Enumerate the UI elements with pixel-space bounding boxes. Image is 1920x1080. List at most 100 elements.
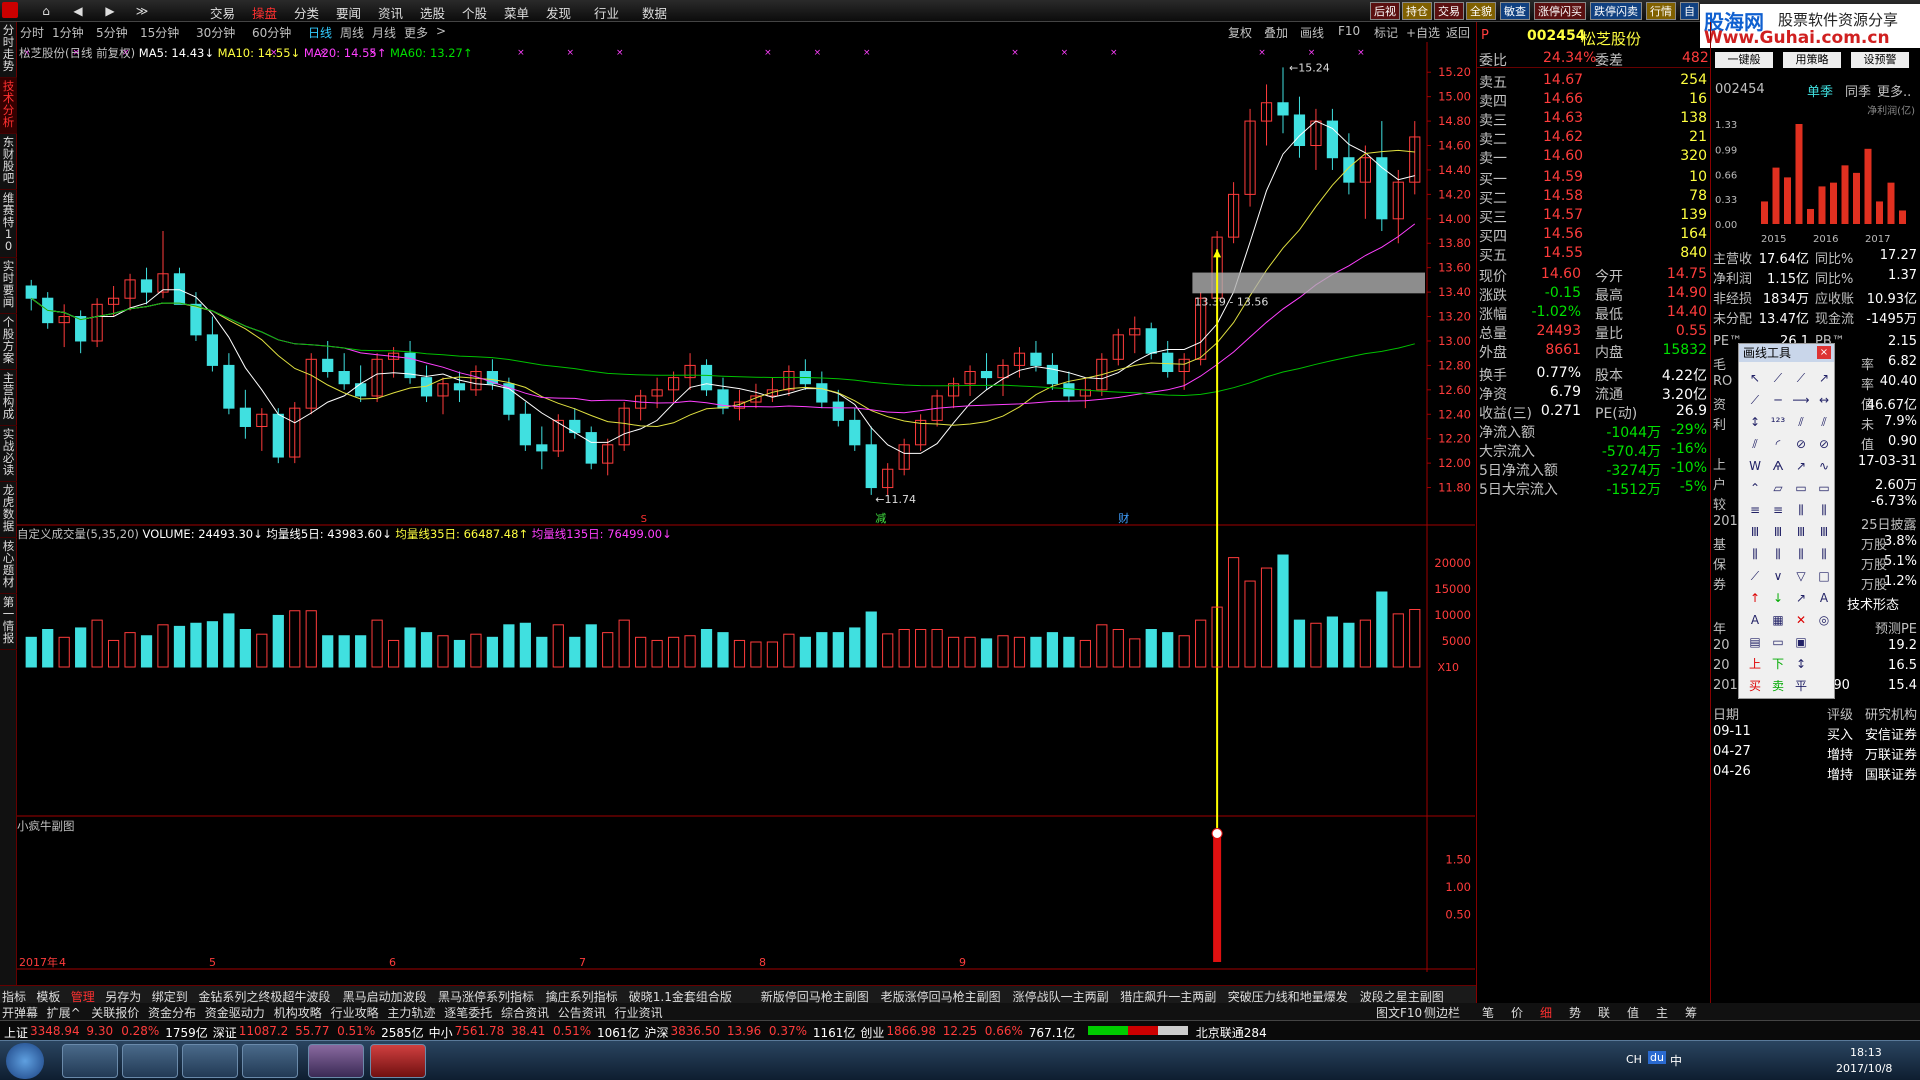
bid-row[interactable]: 买三 14.57 139 <box>1477 207 1711 226</box>
menu-discover[interactable]: 发现 <box>546 3 571 22</box>
draw-tool-item[interactable]: ↑ <box>1745 588 1765 608</box>
server-label[interactable]: 北京联通284 <box>1196 1024 1267 1041</box>
bid-row[interactable]: 买二 14.58 78 <box>1477 188 1711 207</box>
rating-row[interactable]: 09-11 买入 安信证券 <box>1711 724 1920 743</box>
detail-tab-0[interactable]: 笔 <box>1482 1004 1494 1021</box>
back-icon[interactable]: ◀ <box>66 2 90 20</box>
draw-tool-item[interactable]: ↓ <box>1768 588 1788 608</box>
left-tab-8[interactable]: 龙 虎 数 据 <box>0 482 17 538</box>
info-tab-4[interactable]: 资金驱动力 <box>205 1004 265 1021</box>
draw-tool-item[interactable]: ⫼ <box>1814 500 1834 520</box>
taskbar-paint-icon[interactable] <box>242 1044 298 1078</box>
left-tab-9[interactable]: 核 心 题 材 <box>0 538 17 594</box>
tool-mark[interactable]: 标记 <box>1374 24 1398 41</box>
tool-add-watchlist[interactable]: +自选 <box>1406 24 1440 41</box>
tool-overlay[interactable]: 叠加 <box>1264 24 1288 41</box>
left-tab-5[interactable]: 个 股 方 案 <box>0 314 17 370</box>
index-label[interactable]: 中小 <box>429 1024 453 1041</box>
info-tab-5[interactable]: 机构攻略 <box>274 1004 322 1021</box>
left-tab-2[interactable]: 东 财 股 吧 <box>0 134 17 190</box>
info-tab-11[interactable]: 行业资讯 <box>615 1004 663 1021</box>
fin-tab-quarter[interactable]: 单季 <box>1807 81 1833 100</box>
left-tab-0[interactable]: 分 时 走 势 <box>0 22 17 78</box>
draw-tool-item[interactable]: A <box>1745 610 1765 630</box>
btn-position[interactable]: 持仓 <box>1402 2 1432 20</box>
tray-ime[interactable]: 中 <box>1670 1052 1682 1069</box>
menu-trading[interactable]: 操盘 <box>252 3 277 22</box>
btn-self[interactable]: 自 <box>1680 2 1699 20</box>
draw-tool-item[interactable] <box>1814 632 1834 652</box>
home-icon[interactable]: ⌂ <box>34 2 58 20</box>
detail-tab-5[interactable]: 值 <box>1627 1004 1639 1021</box>
period-2[interactable]: 5分钟 <box>96 24 128 41</box>
rating-row[interactable]: 04-27 增持 万联证券 <box>1711 744 1920 763</box>
btn-one-key[interactable]: 一键般 <box>1715 52 1773 68</box>
draw-tool-item[interactable]: ⊘ <box>1814 434 1834 454</box>
draw-tool-item[interactable]: Ѧ <box>1768 456 1788 476</box>
draw-tool-item[interactable]: A <box>1814 588 1834 608</box>
draw-tool-item[interactable]: ⫼ <box>1814 544 1834 564</box>
index-label[interactable]: 沪深 <box>645 1024 669 1041</box>
draw-tool-item[interactable]: ≡ <box>1768 500 1788 520</box>
tool-adjust[interactable]: 复权 <box>1228 24 1252 41</box>
btn-hindsight[interactable]: 后视 <box>1370 2 1400 20</box>
draw-tool-item[interactable]: ⟋ <box>1745 566 1765 586</box>
info-tab-6[interactable]: 行业攻略 <box>331 1004 379 1021</box>
draw-tool-item[interactable]: ∿ <box>1814 456 1834 476</box>
left-tab-10[interactable]: 第 一 情 报 <box>0 594 17 650</box>
tool-return[interactable]: 返回 <box>1446 24 1470 41</box>
menu-data[interactable]: 数据 <box>642 3 667 22</box>
tray-lang[interactable]: CH <box>1626 1053 1642 1066</box>
period-6[interactable]: 日线 <box>308 24 332 41</box>
draw-tool-item[interactable]: ▭ <box>1814 478 1834 498</box>
tab-f10-text[interactable]: 图文F10 <box>1376 1004 1422 1021</box>
menu-info[interactable]: 资讯 <box>378 3 403 22</box>
ask-row[interactable]: 卖一 14.60 320 <box>1477 148 1711 167</box>
draw-tool-item[interactable]: ⫼ <box>1791 544 1811 564</box>
period-7[interactable]: 周线 <box>340 24 364 41</box>
info-tab-3[interactable]: 资金分布 <box>148 1004 196 1021</box>
period-0[interactable]: 分时 <box>20 24 44 41</box>
detail-tab-7[interactable]: 筹 <box>1685 1004 1697 1021</box>
menu-screener[interactable]: 选股 <box>420 3 445 22</box>
btn-quotes[interactable]: 行情 <box>1646 2 1676 20</box>
period-8[interactable]: 月线 <box>372 24 396 41</box>
clock-time[interactable]: 18:13 <box>1850 1046 1882 1059</box>
period-9[interactable]: 更多 <box>404 24 428 41</box>
menu-stock[interactable]: 个股 <box>462 3 487 22</box>
detail-tab-6[interactable]: 主 <box>1656 1004 1668 1021</box>
taskbar-stock-app-icon[interactable] <box>370 1044 426 1078</box>
fin-tab-same[interactable]: 同季 <box>1845 81 1871 100</box>
draw-tool-item[interactable]: ⟶ <box>1791 390 1811 410</box>
draw-tool-item[interactable]: ¹²³ <box>1768 412 1788 432</box>
draw-tool-item[interactable]: 上 <box>1745 654 1765 674</box>
draw-tool-item[interactable]: ↖ <box>1745 368 1765 388</box>
draw-tool-item[interactable]: ↕ <box>1791 654 1811 674</box>
left-tab-3[interactable]: 维 赛 特 1 0 <box>0 190 17 258</box>
draw-tool-item[interactable]: □ <box>1814 566 1834 586</box>
draw-tool-item[interactable]: ▭ <box>1791 478 1811 498</box>
taskbar-chrome-icon[interactable] <box>308 1044 364 1078</box>
tray-du-icon[interactable]: du <box>1648 1051 1666 1064</box>
close-icon[interactable]: × <box>1817 346 1831 359</box>
ask-row[interactable]: 卖五 14.67 254 <box>1477 72 1711 91</box>
fin-tab-more[interactable]: 更多.. <box>1877 81 1911 100</box>
bid-row[interactable]: 买五 14.55 840 <box>1477 245 1711 264</box>
btn-trade[interactable]: 交易 <box>1434 2 1464 20</box>
draw-tool-item[interactable]: ⫽ <box>1814 412 1834 432</box>
info-tab-0[interactable]: 开弹幕 <box>2 1004 38 1021</box>
menu-trade[interactable]: 交易 <box>210 3 235 22</box>
btn-alert[interactable]: 设预警 <box>1851 52 1909 68</box>
detail-tab-3[interactable]: 势 <box>1569 1004 1581 1021</box>
index-label[interactable]: 深证 <box>213 1024 237 1041</box>
tool-f10[interactable]: F10 <box>1338 24 1360 38</box>
period-4[interactable]: 30分钟 <box>196 24 235 41</box>
draw-tool-item[interactable]: ⫼ <box>1768 544 1788 564</box>
taskbar-computer-icon[interactable] <box>122 1044 178 1078</box>
kline-chart-area[interactable]: 15.20 15.00 14.80 14.60 14.40 14.20 14.00 13.80… <box>17 42 1475 972</box>
index-label[interactable]: 创业 <box>860 1024 884 1041</box>
draw-tool-item[interactable]: ◜ <box>1768 434 1788 454</box>
period-10[interactable]: > <box>436 24 446 38</box>
draw-tool-item[interactable] <box>1814 676 1834 696</box>
draw-tool-item[interactable]: Ⅲ <box>1814 522 1834 542</box>
